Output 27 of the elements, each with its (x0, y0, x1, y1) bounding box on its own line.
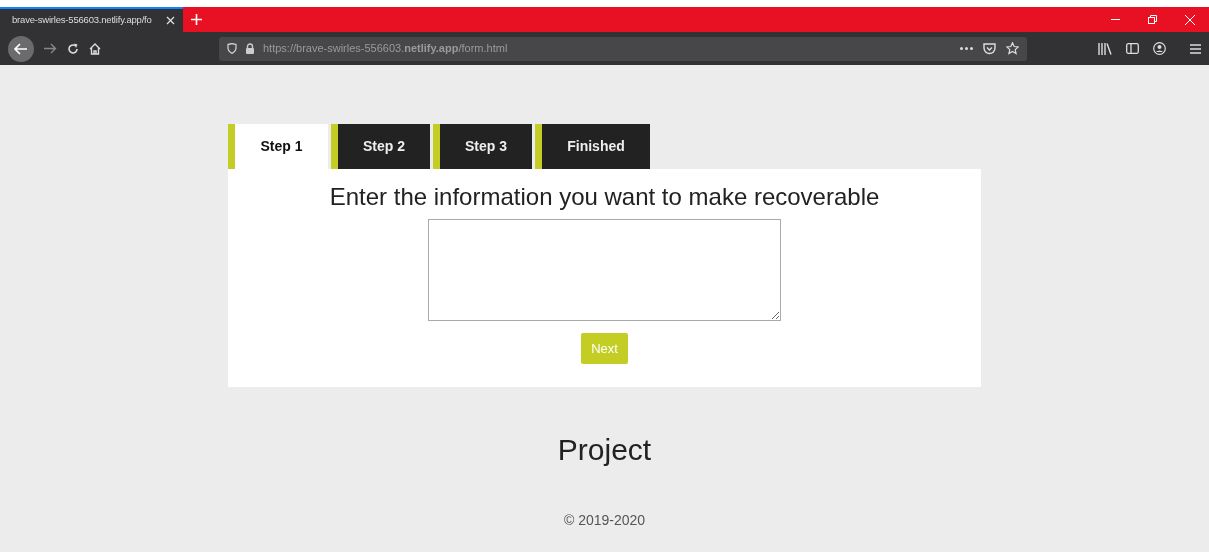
browser-tab[interactable]: brave-swirles-556603.netlify.app/fo (0, 7, 183, 32)
pocket-icon[interactable] (983, 42, 996, 55)
form-heading: Enter the information you want to make recoverable (328, 183, 881, 212)
account-icon[interactable] (1153, 42, 1166, 55)
close-icon[interactable] (166, 16, 175, 25)
forward-icon[interactable] (44, 43, 57, 54)
step-tab[interactable]: Step 2 (331, 124, 430, 169)
back-arrow-icon (14, 42, 28, 55)
new-tab-icon[interactable] (191, 14, 202, 25)
sidebar-icon[interactable] (1126, 43, 1139, 54)
library-icon[interactable] (1098, 42, 1112, 55)
step-tab[interactable]: Step 3 (433, 124, 532, 169)
project-title: Project (556, 432, 653, 468)
reload-icon[interactable] (67, 42, 79, 55)
menu-icon[interactable] (1190, 43, 1201, 54)
star-icon[interactable] (1006, 42, 1019, 55)
more-icon[interactable] (960, 47, 973, 50)
shield-icon[interactable] (227, 43, 237, 54)
restore-icon[interactable] (1148, 15, 1157, 24)
url-text: https://brave-swirles-556603.netlify.app/form.html (263, 41, 508, 57)
step-tab[interactable]: Finished (535, 124, 650, 169)
home-icon[interactable] (89, 42, 101, 55)
step-tab[interactable]: Step 1 (228, 124, 328, 169)
lock-icon (245, 43, 255, 54)
copyright-text: © 2019-2020 (562, 511, 647, 530)
back-button[interactable] (8, 35, 34, 62)
information-field[interactable] (428, 218, 781, 321)
